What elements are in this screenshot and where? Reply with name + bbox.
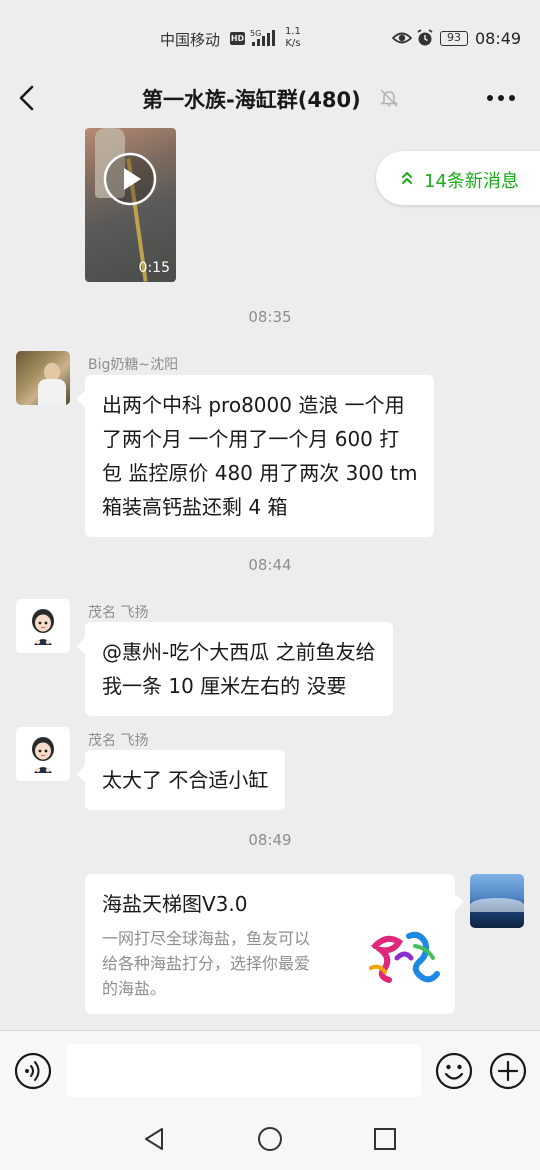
signal-icon: 5G [250,29,275,46]
message-line: 了两个月 一个用了一个月 600 打 [102,427,400,451]
timestamp: 08:35 [248,308,292,326]
avatar[interactable] [16,727,70,781]
new-messages-label: 14条新消息 [424,171,519,192]
message-line: 包 监控原价 480 用了两次 300 tm [102,461,418,485]
emoji-icon[interactable] [435,1052,473,1090]
message-line: 我一条 10 厘米左右的 没要 [102,674,347,698]
nav-back-icon[interactable] [142,1126,166,1152]
timestamp: 08:49 [248,831,292,849]
avatar-shirt [38,379,66,405]
eye-icon [392,32,412,44]
back-arrow-icon[interactable] [14,84,40,112]
message-input[interactable] [66,1044,421,1097]
avatar[interactable] [16,599,70,653]
card-desc-line: 给各种海盐打分，选择你最爱 [102,954,311,973]
system-nav-bar [0,1110,540,1170]
avatar[interactable] [16,351,70,405]
card-description: 一网打尽全球海盐，鱼友可以 给各种海盐打分，选择你最爱 的海盐。 [102,926,364,1001]
double-chevron-up-icon [402,172,412,184]
timestamp: 08:44 [248,556,292,574]
carrier-name: 中国移动 [160,31,221,49]
speed-unit: K/s [285,38,301,49]
link-card-message[interactable]: 海盐天梯图V3.0 一网打尽全球海盐，鱼友可以 给各种海盐打分，选择你最爱 的海… [85,874,455,1014]
sender-name: 茂名 飞扬 [88,605,149,621]
message-line: 太大了 不合适小缸 [102,768,269,792]
cartoon-girl-icon [32,609,54,645]
chat-header: 第一水族-海缸群(480) [0,72,540,124]
status-time: 08:49 [475,29,522,48]
mute-bell-icon [379,89,399,107]
nav-home-icon[interactable] [257,1126,283,1152]
avatar-wave [470,898,524,912]
sender-name: Big奶糖~沈阳 [88,357,179,373]
card-desc-line: 的海盐。 [102,979,167,998]
network-type: 5G [250,29,261,38]
network-speed: 1.1 K/s [285,26,301,50]
message-line: 出两个中科 pro8000 造浪 一个用 [102,393,405,417]
video-duration: 0:15 [138,260,170,276]
video-message[interactable]: 0:15 [85,128,176,282]
speed-value: 1.1 [285,26,301,37]
play-icon[interactable] [103,152,157,206]
alarm-icon [417,29,433,46]
message-line: 箱装高钙盐还剩 4 箱 [102,495,288,519]
message-bubble[interactable]: 出两个中科 pro8000 造浪 一个用 了两个月 一个用了一个月 600 打 … [85,375,435,537]
input-bar [0,1030,540,1110]
cartoon-girl-icon [32,737,54,773]
chat-title: 第一水族-海缸群(480) [142,88,361,112]
card-title: 海盐天梯图V3.0 [102,892,248,916]
status-bar: 中国移动 HD 5G 1.1 K/s 93 08:49 [0,0,540,72]
voice-icon[interactable] [14,1052,52,1090]
card-desc-line: 一网打尽全球海盐，鱼友可以 [102,929,311,948]
message-bubble[interactable]: 太大了 不合适小缸 [85,750,286,810]
battery-indicator: 93 [440,31,468,46]
new-messages-button[interactable]: 14条新消息 [376,151,540,205]
hd-badge: HD [230,32,245,45]
message-line: @惠州-吃个大西瓜 之前鱼友给 [102,640,376,664]
my-avatar[interactable] [470,874,524,928]
more-icon[interactable] [486,94,516,102]
nav-recent-apps-icon[interactable] [373,1127,397,1151]
sea-salt-logo-icon [369,931,440,983]
chat-area[interactable]: 0:15 14条新消息 08:35 Big奶糖~沈阳 出两个中科 pro8000… [0,124,540,1030]
plus-icon[interactable] [489,1052,527,1090]
message-bubble[interactable]: @惠州-吃个大西瓜 之前鱼友给 我一条 10 厘米左右的 没要 [85,622,393,716]
sender-name: 茂名 飞扬 [88,733,149,749]
